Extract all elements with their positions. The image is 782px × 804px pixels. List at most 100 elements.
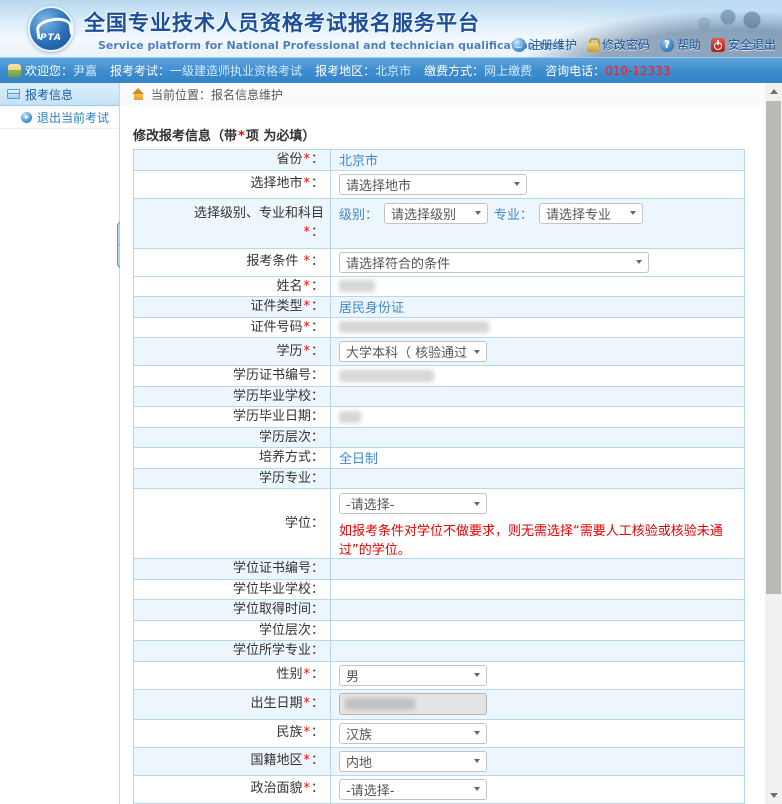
power-icon <box>710 37 725 52</box>
dropdown-select[interactable]: 大学本科（ 核验通过) <box>339 341 487 362</box>
sidebar-item-exam-info[interactable]: 报考信息 <box>0 83 119 106</box>
dropdown-select[interactable]: 内地 <box>339 750 487 772</box>
field-label-text: 民族 <box>276 725 303 741</box>
field-value-link[interactable]: 全日制 <box>339 452 378 467</box>
sidebar-item-exit-exam[interactable]: 退出当前考试 <box>0 106 119 129</box>
form-title-prefix: 修改报考信息（带 <box>133 129 238 144</box>
field-label: 学历证书编号： <box>133 365 331 387</box>
breadcrumb-label: 当前位置：报名信息维护 <box>151 87 284 102</box>
degree-field-note: 如报考条件对学位不做要求，则无需选择“需要人工核验或核验未通过”的学位。 <box>339 524 723 558</box>
field-label-text: 学历毕业日期 <box>232 409 311 424</box>
field-label-text: 省份 <box>276 152 303 167</box>
form-row: 姓名*： <box>133 275 745 297</box>
chevron-down-icon <box>474 673 480 677</box>
chevron-down-icon <box>475 211 482 215</box>
field-value: 居民身份证 <box>330 296 745 318</box>
globe-icon <box>511 37 526 52</box>
field-label-text: 学位 <box>284 515 311 531</box>
field-value: 请选择地市 <box>330 169 745 199</box>
sidebar: 报考信息 退出当前考试 <box>0 83 120 804</box>
required-asterisk: * <box>303 176 310 192</box>
field-value: 全日制 <box>330 447 745 469</box>
field-label-text: 学位层次 <box>258 622 311 638</box>
payment-label: 缴费方式： <box>424 64 485 78</box>
field-value <box>330 275 745 297</box>
sub-field-label: 级别： <box>339 207 379 223</box>
exam-name: 一级建造师执业资格考试 <box>170 64 303 78</box>
required-asterisk: * <box>303 254 310 270</box>
field-label: 政治面貌*： <box>133 774 331 804</box>
form-row: 民族*： 汉族 <box>133 718 745 748</box>
form-row: 证件号码*： <box>133 316 745 338</box>
required-asterisk: * <box>303 667 310 683</box>
welcome-bar: 欢迎您： 尹嘉 报考考试： 一级建造师执业资格考试 报考地区： 北京市 缴费方式… <box>0 57 782 83</box>
field-label: 学位： <box>133 488 331 559</box>
chevron-down-icon <box>474 731 480 735</box>
required-asterisk: * <box>303 343 310 359</box>
form-row: 出生日期*： <box>133 688 745 720</box>
form-row: 学历专业： <box>133 467 745 489</box>
site-header: PTA 全国专业技术人员资格考试报名服务平台 Service platform … <box>0 0 782 57</box>
dropdown-select[interactable]: 请选择专业 <box>539 202 644 224</box>
dropdown-select[interactable]: 请选择地市 <box>339 173 527 195</box>
site-subtitle: Service platform for National Profession… <box>98 39 564 52</box>
field-label-text: 学历毕业学校 <box>232 388 311 404</box>
form-row: 学位取得时间： <box>133 599 745 621</box>
form-title: 修改报考信息（带*项 为必填） <box>133 125 745 144</box>
field-label-text: 学位证书编号 <box>232 561 311 576</box>
field-label: 民族*： <box>133 718 331 748</box>
field-label-text: 学位所学专业 <box>232 643 311 658</box>
dropdown-select[interactable]: 男 <box>339 664 487 686</box>
form-row: 学历层次： <box>133 426 745 448</box>
form-row: 学历*： 大学本科（ 核验通过) <box>133 337 745 366</box>
field-value <box>330 619 745 641</box>
chevron-down-icon <box>630 211 637 215</box>
dropdown-select[interactable]: 请选择符合的条件 <box>339 251 649 273</box>
redacted-value <box>345 698 415 710</box>
selected-option: 请选择地市 <box>346 178 412 194</box>
field-value <box>330 578 745 600</box>
field-label-text: 国籍地区 <box>250 753 303 769</box>
scroll-up-arrow-icon[interactable] <box>765 83 782 100</box>
page-root: PTA 全国专业技术人员资格考试报名服务平台 Service platform … <box>0 0 782 804</box>
field-label-text: 选择地市 <box>250 176 303 192</box>
required-asterisk: * <box>303 299 310 314</box>
form-row: 学历毕业学校： <box>133 385 745 407</box>
form-title-suffix: 项 为必填） <box>245 129 316 144</box>
chevron-down-icon <box>474 349 480 354</box>
form-row: 国籍地区*： 内地 <box>133 746 745 776</box>
field-label: 学历专业： <box>133 467 331 489</box>
form-row: 省份*： 北京市 <box>133 149 745 171</box>
header-utility-nav: 注册维护 修改密码 帮助 安全退出 <box>511 36 776 53</box>
dropdown-select[interactable]: -请选择- <box>339 493 487 514</box>
dropdown-select[interactable]: -请选择- <box>339 778 487 800</box>
field-label: 性别*： <box>133 660 331 690</box>
scroll-down-arrow-icon[interactable] <box>765 787 782 804</box>
region-name: 北京市 <box>375 64 412 78</box>
scrollbar-thumb[interactable] <box>766 101 781 594</box>
safe-logout-link[interactable]: 安全退出 <box>710 36 776 53</box>
vertical-scrollbar[interactable] <box>765 83 782 804</box>
form-row: 学位证书编号： <box>133 558 745 580</box>
field-label-text: 报考条件 <box>246 254 303 270</box>
breadcrumb: 当前位置：报名信息维护 <box>120 83 765 105</box>
help-link[interactable]: 帮助 <box>659 36 701 53</box>
register-maintain-link[interactable]: 注册维护 <box>511 36 577 53</box>
field-value: 大学本科（ 核验通过) <box>330 337 745 366</box>
field-label-text: 选择级别、专业和科目 <box>193 205 324 221</box>
field-value <box>330 688 745 720</box>
dropdown-select[interactable]: 汉族 <box>339 722 487 744</box>
field-value-link[interactable]: 北京市 <box>339 154 378 169</box>
field-value-link[interactable]: 居民身份证 <box>339 301 404 316</box>
field-value <box>330 426 745 448</box>
change-password-link[interactable]: 修改密码 <box>586 36 650 53</box>
dropdown-select[interactable]: 请选择级别 <box>384 202 489 224</box>
field-label-text: 学位取得时间 <box>232 602 311 617</box>
header-titles: 全国专业技术人员资格考试报名服务平台 Service platform for … <box>84 7 564 52</box>
register-maintain-label: 注册维护 <box>528 38 577 52</box>
region-info: 报考地区： 北京市 <box>315 62 411 79</box>
required-asterisk: * <box>303 781 310 797</box>
payment-info: 缴费方式： 网上缴费 <box>424 62 532 79</box>
welcome-username: 尹嘉 <box>73 64 98 78</box>
selected-option: 请选择级别 <box>391 207 457 223</box>
